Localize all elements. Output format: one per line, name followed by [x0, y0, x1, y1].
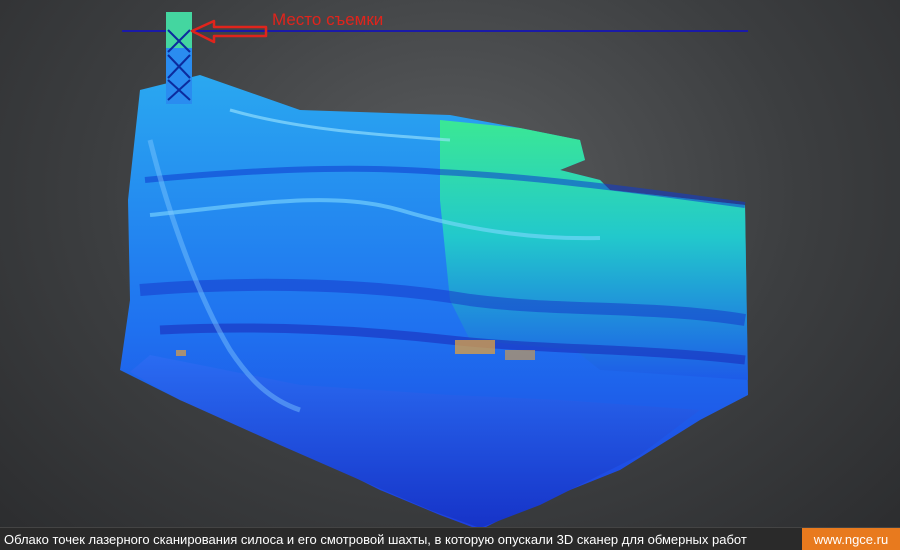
point-cloud-viewport [0, 0, 900, 528]
caption-bar: Облако точек лазерного сканирования сило… [0, 527, 900, 550]
accent-patch-3 [176, 350, 186, 356]
inspection-shaft [166, 12, 192, 104]
accent-patch-1 [455, 340, 495, 354]
scan-location-label: Место съемки [272, 10, 384, 29]
site-link[interactable]: www.ngce.ru [802, 528, 900, 550]
accent-patch-2 [505, 350, 535, 360]
caption-text: Облако точек лазерного сканирования сило… [4, 531, 747, 547]
